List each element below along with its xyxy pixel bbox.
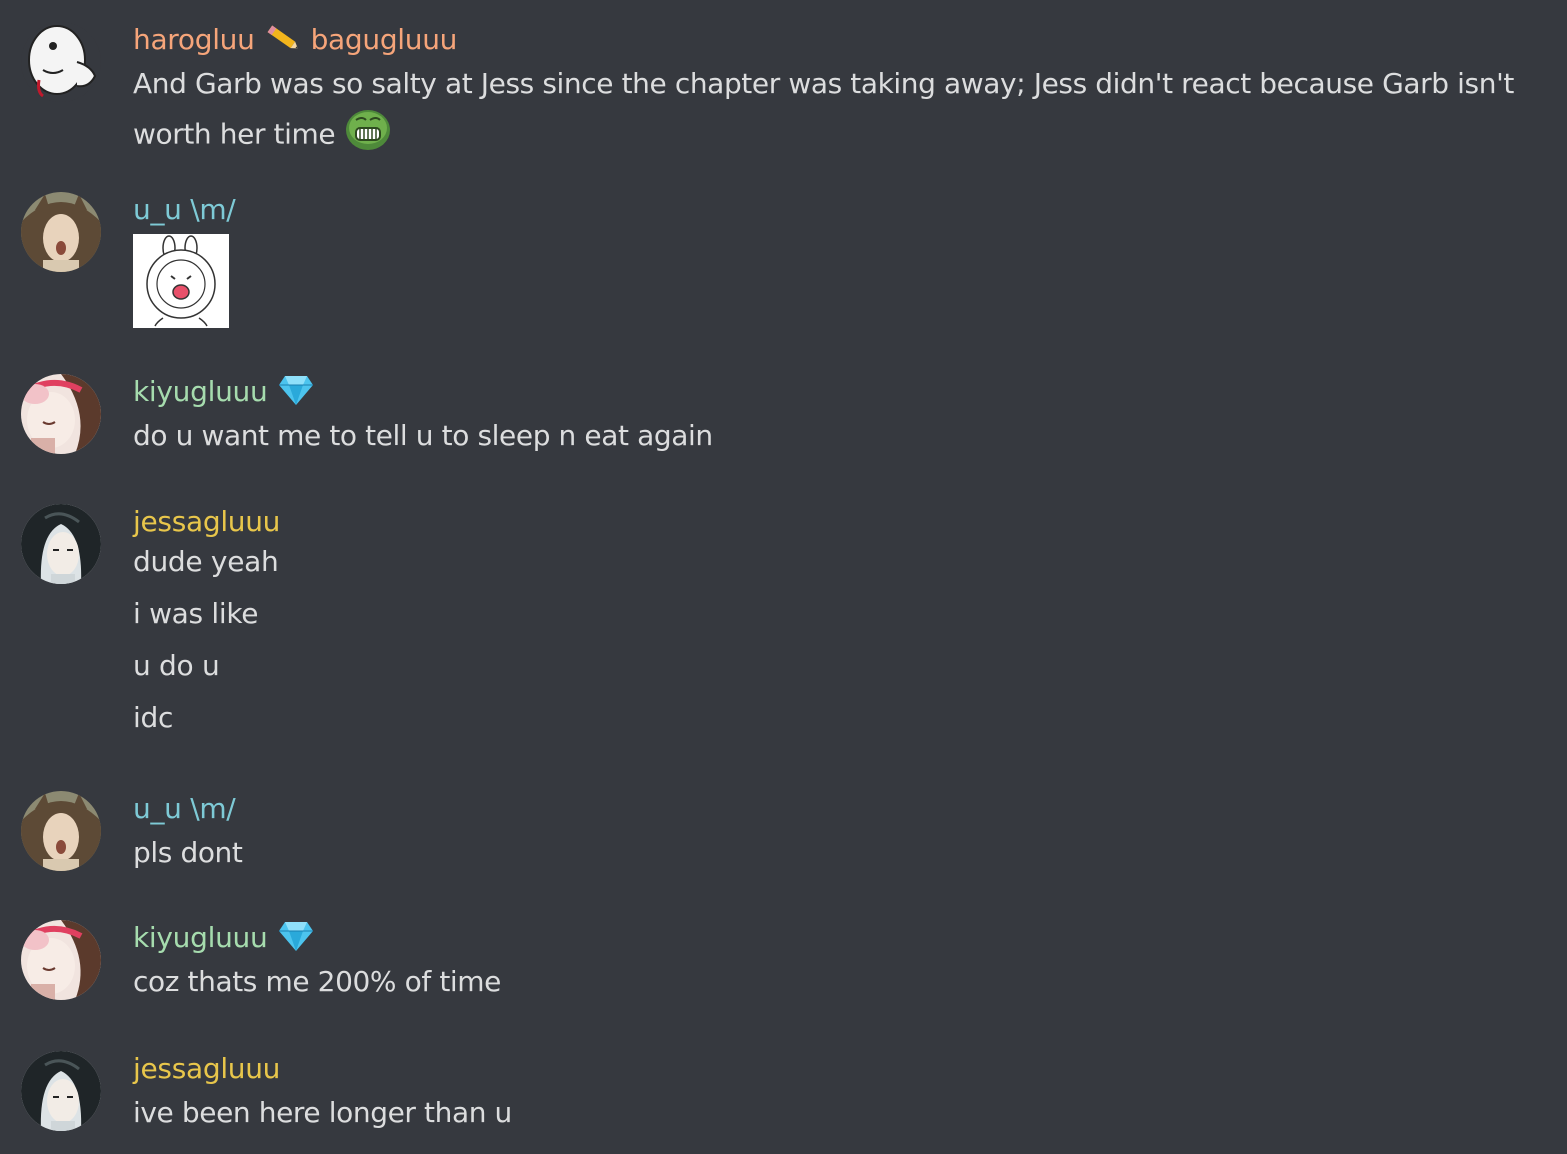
message-header: kiyugluuu bbox=[133, 920, 1559, 956]
avatar[interactable] bbox=[21, 22, 101, 102]
message-header: harogluu bagugluuu bbox=[133, 22, 1559, 58]
message-header: u_u \m/ bbox=[133, 192, 1559, 228]
message-text: dude yeah bbox=[133, 545, 279, 578]
message-text: u do u bbox=[133, 649, 220, 682]
message-header: jessagluuu bbox=[133, 1051, 1559, 1087]
bunny-sticker[interactable] bbox=[133, 234, 229, 328]
message-text: ive been here longer than u bbox=[133, 1096, 512, 1129]
avatar[interactable] bbox=[21, 192, 101, 272]
username[interactable]: jessagluuu bbox=[133, 504, 280, 540]
avatar[interactable] bbox=[21, 791, 101, 871]
grinning-face-icon bbox=[344, 106, 392, 165]
avatar[interactable] bbox=[21, 504, 101, 584]
chat-log: harogluu bagugluuu And Garb was so salty… bbox=[0, 0, 1567, 1154]
message-text: pls dont bbox=[133, 836, 243, 869]
message-text: coz thats me 200% of time bbox=[133, 965, 501, 998]
message-header: kiyugluuu bbox=[133, 374, 1559, 410]
username[interactable]: harogluu bbox=[133, 22, 255, 58]
username[interactable]: kiyugluuu bbox=[133, 374, 268, 410]
message-text: do u want me to tell u to sleep n eat ag… bbox=[133, 419, 713, 452]
diamond-icon bbox=[279, 374, 314, 410]
username[interactable]: kiyugluuu bbox=[133, 920, 268, 956]
avatar[interactable] bbox=[21, 1051, 101, 1131]
pencil-icon bbox=[265, 23, 301, 57]
message-header: u_u \m/ bbox=[133, 791, 1559, 827]
avatar[interactable] bbox=[21, 920, 101, 1000]
username[interactable]: u_u \m/ bbox=[133, 791, 236, 827]
message-text: And Garb was so salty at Jess since the … bbox=[133, 61, 1558, 165]
username[interactable]: bagugluuu bbox=[311, 22, 458, 58]
message-lines: dude yeah i was like u do u idc bbox=[133, 536, 1559, 744]
message-header: jessagluuu bbox=[133, 504, 1559, 540]
message-text: idc bbox=[133, 701, 174, 734]
diamond-icon bbox=[279, 920, 314, 956]
avatar[interactable] bbox=[21, 374, 101, 454]
message-body: And Garb was so salty at Jess since the … bbox=[133, 67, 1514, 151]
username[interactable]: jessagluuu bbox=[133, 1051, 280, 1087]
message-text: i was like bbox=[133, 597, 259, 630]
username[interactable]: u_u \m/ bbox=[133, 192, 236, 228]
